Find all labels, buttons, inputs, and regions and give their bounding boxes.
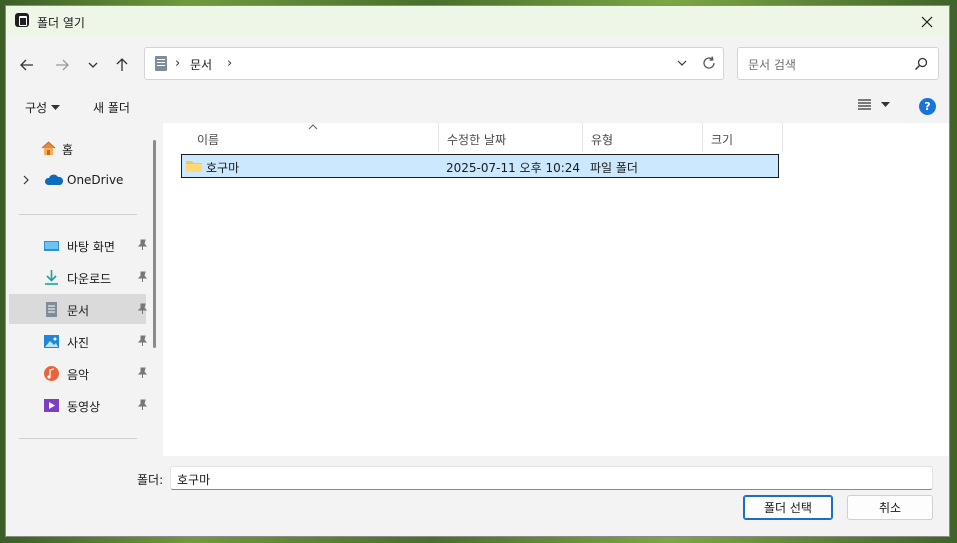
folder-field-label: 폴더: (137, 473, 164, 487)
chevron-down-icon[interactable] (675, 56, 689, 70)
column-header-label: 유형 (591, 133, 614, 147)
title-bar: 폴더 열기 (6, 6, 949, 37)
search-input[interactable]: 문서 검색 (748, 56, 796, 73)
sidebar-item-pictures[interactable]: 사진 (9, 326, 148, 356)
back-button[interactable] (16, 54, 38, 76)
sidebar-item-desktop[interactable]: 바탕 화면 (9, 230, 148, 260)
arrow-left-icon (20, 59, 33, 71)
file-name: 호구마 (206, 161, 240, 175)
address-bar[interactable]: › 문서 › (144, 47, 724, 80)
folder-name-input[interactable]: 호구마 (170, 466, 933, 490)
sidebar-scrollbar[interactable] (153, 140, 156, 348)
sidebar-item-label: 홈 (62, 143, 74, 157)
folder-open-dialog: 폴더 열기 › 문서 › 문서 검색 구성 새 폴더 ? 홈 OneDrive … (5, 5, 950, 537)
select-folder-button[interactable]: 폴더 선택 (743, 495, 833, 520)
pin-icon[interactable] (137, 303, 148, 315)
caret-down-icon (51, 104, 61, 110)
search-icon (914, 57, 928, 71)
recent-locations-button[interactable] (82, 54, 104, 76)
view-options-button[interactable] (858, 99, 890, 110)
column-header-label: 수정한 날짜 (447, 133, 507, 147)
up-button[interactable] (111, 54, 133, 76)
list-view-icon (858, 99, 871, 110)
column-header-size[interactable]: 크기 (703, 123, 783, 152)
sidebar-item-label: 동영상 (67, 400, 101, 414)
command-bar: 구성 새 폴더 ? (6, 91, 949, 123)
close-icon (921, 16, 933, 27)
home-icon (41, 141, 56, 155)
column-header-name[interactable]: 이름 (189, 123, 439, 152)
breadcrumb-documents[interactable]: 문서 (190, 56, 212, 73)
column-header-label: 이름 (197, 133, 220, 147)
documents-icon (155, 56, 167, 71)
sidebar-divider (19, 214, 137, 215)
sidebar-item-label: 문서 (67, 304, 90, 318)
dialog-footer: 폴더: 호구마 폴더 선택 취소 (6, 456, 949, 536)
documents-icon (46, 302, 57, 317)
breadcrumb-separator[interactable]: › (227, 56, 232, 71)
download-icon (45, 270, 58, 285)
forward-button[interactable] (51, 54, 73, 76)
sidebar-item-label: 다운로드 (67, 272, 112, 286)
table-row[interactable]: 호구마 2025-07-11 오후 10:24 파일 폴더 (181, 154, 779, 178)
search-box[interactable]: 문서 검색 (737, 47, 939, 80)
sidebar-item-label: 음악 (67, 368, 90, 382)
sidebar-item-onedrive[interactable]: OneDrive (9, 165, 146, 195)
help-button[interactable]: ? (919, 98, 936, 115)
chevron-right-icon[interactable] (22, 174, 30, 186)
videos-icon (44, 399, 59, 412)
app-icon (15, 13, 29, 27)
sidebar-item-music[interactable]: 음악 (9, 358, 148, 388)
chevron-down-icon (88, 62, 98, 68)
folder-icon (186, 161, 202, 172)
cloud-icon (44, 174, 64, 185)
organize-label: 구성 (25, 101, 48, 115)
sidebar-item-documents[interactable]: 문서 (9, 294, 148, 324)
pin-icon[interactable] (137, 239, 148, 251)
file-list: 이름 수정한 날짜 유형 크기 호구마 2025-07-11 오후 10:24 … (163, 123, 949, 456)
sidebar-divider (19, 438, 137, 439)
sidebar-item-label: 사진 (67, 336, 90, 350)
pictures-icon (44, 335, 59, 348)
navigation-pane: 홈 OneDrive 바탕 화면 다운로드 문서 사진 음악 동영상 (6, 123, 161, 456)
file-type: 파일 폴더 (590, 161, 638, 175)
new-folder-button[interactable]: 새 폴더 (93, 99, 130, 116)
window-title: 폴더 열기 (37, 16, 85, 30)
organize-button[interactable]: 구성 (25, 99, 61, 116)
close-button[interactable] (905, 6, 949, 37)
cancel-button[interactable]: 취소 (847, 495, 933, 520)
caret-down-icon (881, 101, 890, 107)
column-header-label: 크기 (711, 133, 734, 147)
navigation-bar: › 문서 › 문서 검색 (6, 37, 949, 91)
sidebar-item-downloads[interactable]: 다운로드 (9, 262, 148, 292)
pin-icon[interactable] (137, 399, 148, 411)
arrow-right-icon (56, 59, 69, 71)
column-header-modified[interactable]: 수정한 날짜 (439, 123, 583, 152)
sidebar-item-videos[interactable]: 동영상 (9, 390, 148, 420)
sidebar-item-label: 바탕 화면 (67, 240, 115, 254)
sidebar-item-home[interactable]: 홈 (9, 133, 146, 163)
breadcrumb-separator: › (175, 56, 181, 71)
sidebar-item-label: OneDrive (67, 173, 124, 187)
column-header-type[interactable]: 유형 (583, 123, 703, 152)
file-modified: 2025-07-11 오후 10:24 (446, 161, 581, 175)
pin-icon[interactable] (137, 271, 148, 283)
refresh-icon[interactable] (701, 55, 717, 71)
pin-icon[interactable] (137, 335, 148, 347)
pin-icon[interactable] (137, 367, 148, 379)
desktop-icon (44, 241, 59, 251)
arrow-up-icon (116, 58, 128, 71)
music-icon (44, 366, 59, 381)
